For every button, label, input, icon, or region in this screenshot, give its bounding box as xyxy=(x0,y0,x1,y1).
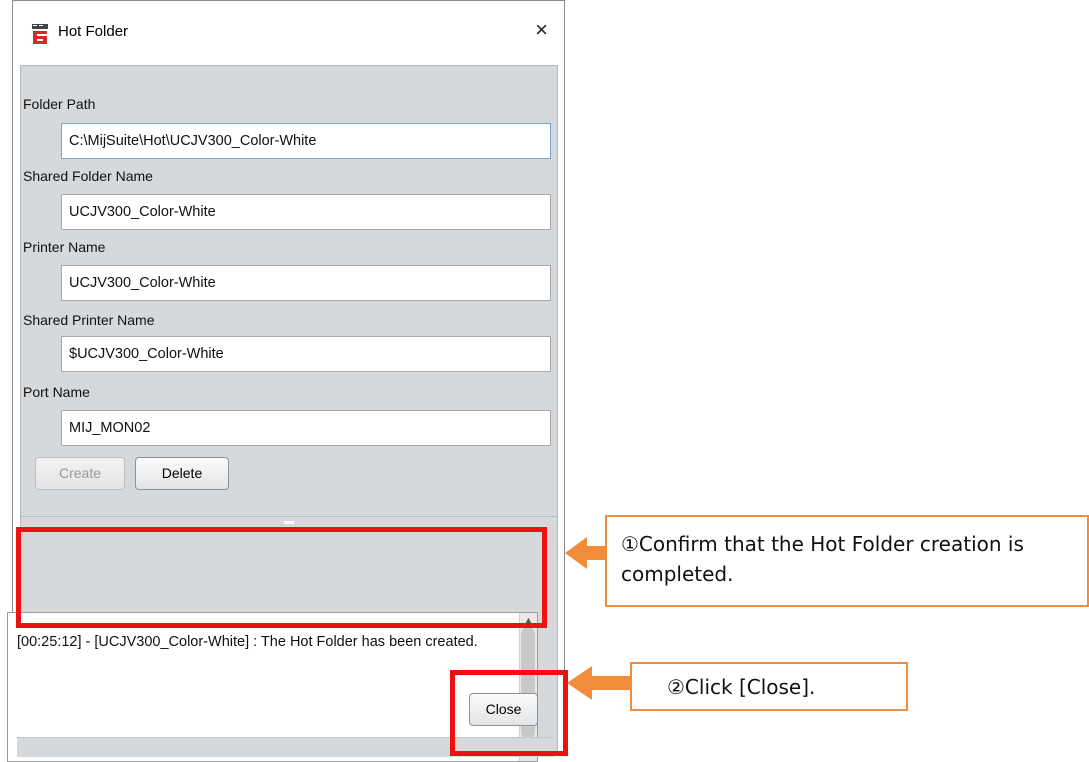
port-name-input[interactable]: MIJ_MON02 xyxy=(61,410,551,446)
close-highlight-box xyxy=(450,670,568,756)
log-highlight-box xyxy=(16,527,547,628)
shared-printer-name-label: Shared Printer Name xyxy=(23,312,155,328)
divider-grip[interactable] xyxy=(284,521,294,524)
printer-name-input[interactable]: UCJV300_Color-White xyxy=(61,265,551,301)
port-name-label: Port Name xyxy=(23,384,90,400)
delete-button[interactable]: Delete xyxy=(135,457,229,490)
shared-folder-name-label: Shared Folder Name xyxy=(23,168,153,184)
log-message: [00:25:12] - [UCJV300_Color-White] : The… xyxy=(17,634,478,650)
window-title: Hot Folder xyxy=(58,23,129,40)
create-button[interactable]: Create xyxy=(35,457,125,490)
folder-path-input[interactable]: C:\MijSuite\Hot\UCJV300_Color-White xyxy=(61,123,551,159)
title-bar: Hot Folder × xyxy=(13,1,564,65)
arrow-left-icon xyxy=(567,666,631,700)
shared-folder-name-input[interactable]: UCJV300_Color-White xyxy=(61,194,551,230)
app-logo-icon xyxy=(30,23,50,45)
shared-printer-name-input[interactable]: $UCJV300_Color-White xyxy=(61,336,551,372)
folder-path-label: Folder Path xyxy=(23,96,96,112)
form-panel: Folder Path C:\MijSuite\Hot\UCJV300_Colo… xyxy=(21,66,557,517)
callout-confirm: ①Confirm that the Hot Folder creation is… xyxy=(605,515,1089,607)
callout-click-close: ②Click [Close]. xyxy=(630,662,908,711)
close-icon[interactable]: × xyxy=(535,19,548,41)
printer-name-label: Printer Name xyxy=(23,239,106,255)
